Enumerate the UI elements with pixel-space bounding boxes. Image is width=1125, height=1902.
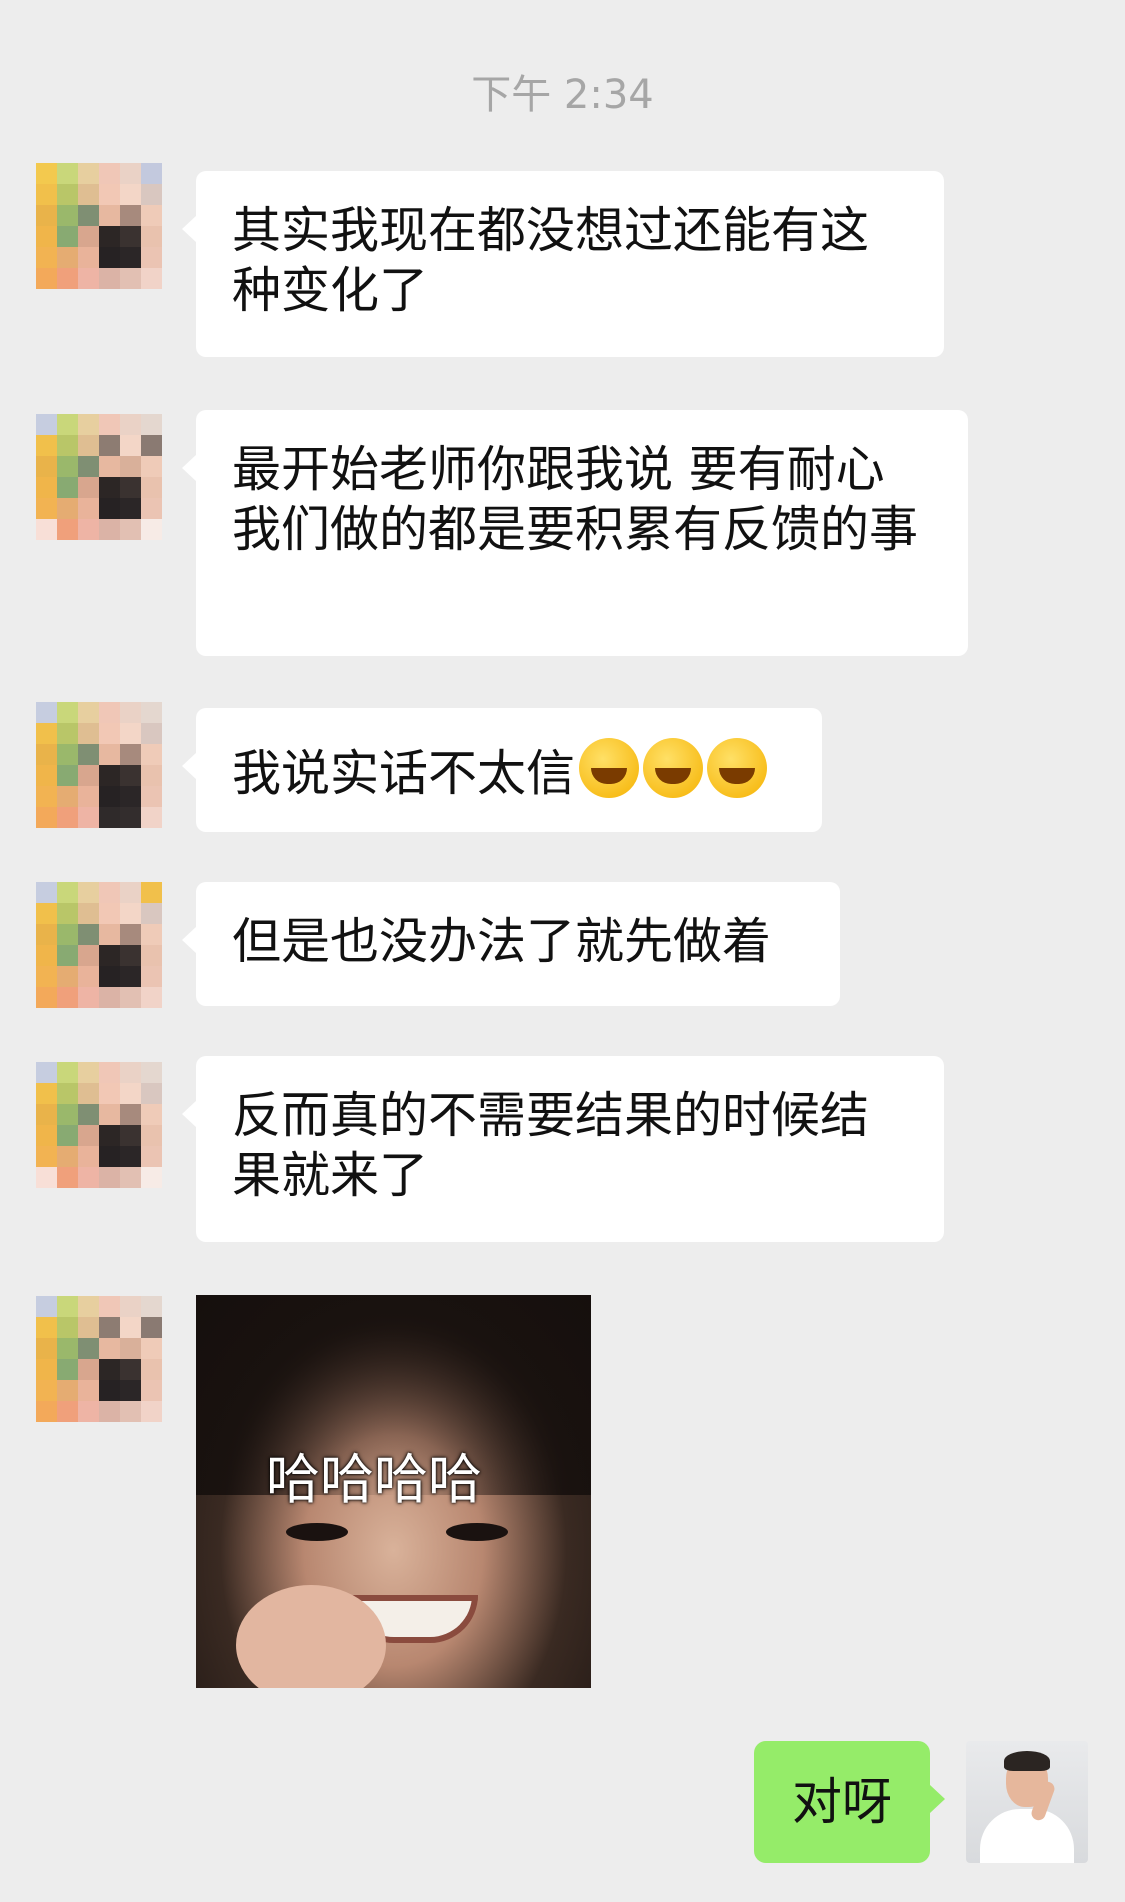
contact-avatar[interactable]: [36, 1062, 162, 1188]
crying-laughing-face-icon: [579, 738, 640, 798]
outgoing-message-bubble[interactable]: 对呀: [754, 1741, 945, 1863]
message-text: 但是也没办法了就先做着: [232, 913, 772, 970]
message-text: 反而真的不需要结果的时候结果就来了: [232, 1087, 870, 1204]
message-text: 我说实话不太信: [232, 745, 576, 802]
incoming-message-bubble[interactable]: 其实我现在都没想过还能有这种变化了: [182, 171, 944, 357]
contact-avatar[interactable]: [36, 1296, 162, 1422]
avatar-shirt: [980, 1809, 1074, 1863]
sticker-eye: [446, 1523, 508, 1541]
crying-laughing-face-icon: [707, 738, 768, 798]
incoming-message-bubble[interactable]: 反而真的不需要结果的时候结果就来了: [182, 1056, 944, 1242]
incoming-message-bubble[interactable]: 但是也没办法了就先做着: [182, 882, 840, 1006]
message-text: 对呀: [792, 1773, 892, 1831]
sticker-eye: [286, 1523, 348, 1541]
sticker-image[interactable]: 哈哈哈哈: [196, 1295, 591, 1688]
incoming-message-bubble[interactable]: 最开始老师你跟我说 要有耐心 我们做的都是要积累有反馈的事: [182, 410, 968, 656]
message-text: 其实我现在都没想过还能有这种变化了: [232, 202, 870, 319]
chat-timestamp: 下午 2:34: [471, 72, 654, 118]
avatar-hair: [1004, 1751, 1050, 1771]
crying-laughing-face-icon: [643, 738, 704, 798]
contact-avatar[interactable]: [36, 882, 162, 1008]
contact-avatar[interactable]: [36, 163, 162, 289]
incoming-message-bubble[interactable]: 我说实话不太信: [182, 708, 822, 832]
contact-avatar[interactable]: [36, 414, 162, 540]
my-avatar[interactable]: [966, 1741, 1088, 1863]
contact-avatar[interactable]: [36, 702, 162, 828]
message-text: 最开始老师你跟我说 要有耐心 我们做的都是要积累有反馈的事: [232, 441, 919, 558]
sticker-caption: 哈哈哈哈: [266, 1448, 482, 1511]
